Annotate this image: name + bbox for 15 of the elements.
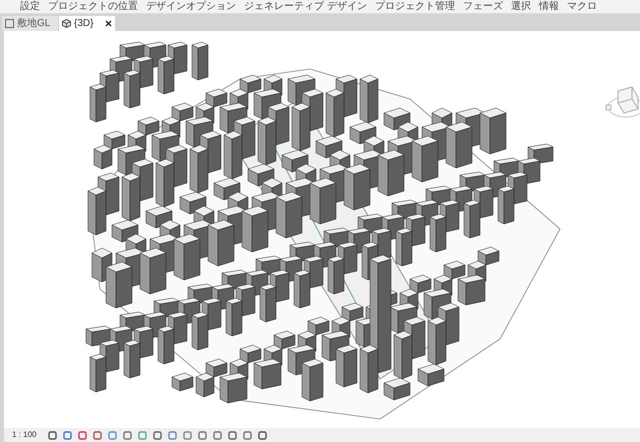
ribbon-tab-label[interactable]: プロジェクトの位置	[48, 0, 138, 12]
close-icon[interactable]	[105, 20, 112, 27]
scale-label[interactable]: 1 : 100	[12, 429, 36, 441]
view-tab[interactable]: {3D}	[59, 16, 115, 31]
ribbon-tab-label[interactable]: ジェネレーティブ デザイン	[244, 0, 367, 12]
view-tab[interactable]: 敷地GL	[2, 16, 58, 31]
ribbon-tab-label[interactable]: 選択	[510, 0, 531, 12]
cube-icon	[62, 19, 71, 28]
ribbon-tab-label[interactable]: プロジェクト管理	[374, 0, 455, 12]
ribbon-tab-label[interactable]: フェーズ	[462, 0, 503, 12]
plan-view-icon	[5, 19, 14, 28]
ribbon-tab-label[interactable]: 設定	[20, 0, 40, 12]
ribbon-tab-label[interactable]: デザインオプション	[146, 0, 236, 12]
ribbon-tab-label[interactable]: 情報	[538, 0, 559, 12]
ribbon-tab-label[interactable]: マクロ	[566, 0, 597, 12]
